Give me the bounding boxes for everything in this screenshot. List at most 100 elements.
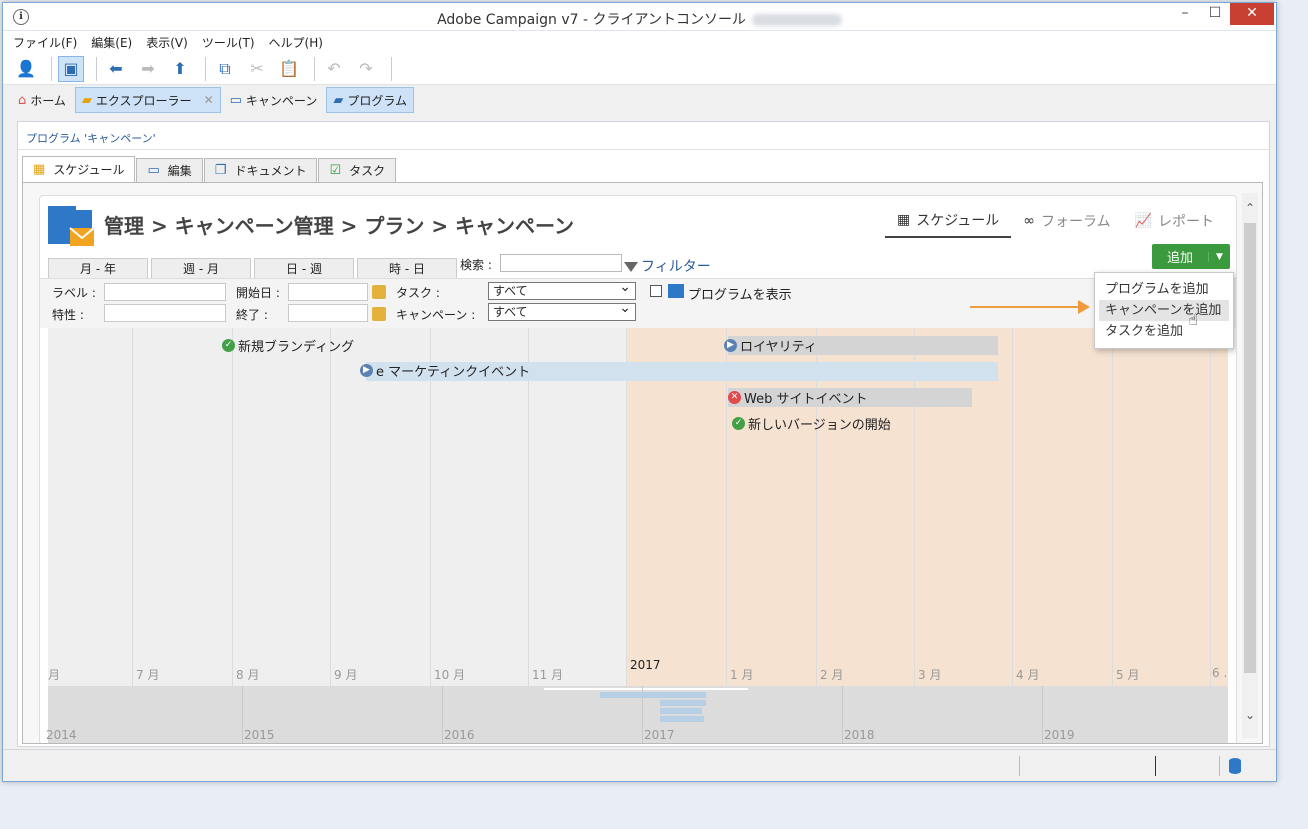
tab-edit[interactable]: ▭ 編集 bbox=[136, 158, 203, 182]
folder-campaign-icon bbox=[48, 206, 94, 246]
chevron-down-icon[interactable]: ▼ bbox=[1208, 251, 1230, 262]
nav-tab-campaign[interactable]: ▭ キャンペーン bbox=[223, 87, 325, 113]
status-error-icon: ✕ bbox=[728, 391, 741, 404]
axis-month-label: 10 月 bbox=[434, 668, 466, 682]
menu-item-add-task[interactable]: タスクを追加 bbox=[1099, 321, 1229, 342]
menu-edit[interactable]: 編集(E) bbox=[91, 34, 132, 51]
hand-cursor-icon: ☝ bbox=[1188, 310, 1198, 329]
close-tab-icon[interactable]: ✕ bbox=[204, 93, 214, 107]
toolbar-separator bbox=[205, 56, 206, 81]
axis-month-label: 2 月 bbox=[820, 668, 844, 682]
add-button[interactable]: 追加 ▼ bbox=[1152, 244, 1230, 269]
forward-arrow-icon[interactable]: ➡ bbox=[135, 56, 161, 82]
view-tab-report[interactable]: 📈 レポート bbox=[1123, 210, 1226, 238]
show-program-checkbox[interactable] bbox=[650, 285, 662, 297]
axis-month-label: 3 月 bbox=[918, 668, 942, 682]
search-input[interactable] bbox=[500, 254, 622, 272]
scroll-up-icon[interactable]: ⌃ bbox=[1242, 201, 1258, 215]
close-button[interactable]: ✕ bbox=[1230, 3, 1274, 25]
database-icon[interactable] bbox=[1229, 758, 1241, 774]
event-item[interactable]: ▶ e マーケティンクイベント bbox=[360, 361, 530, 380]
breadcrumb: プログラム 'キャンペーン' bbox=[18, 122, 1269, 150]
menu-item-add-campaign[interactable]: キャンペーンを追加 bbox=[1099, 300, 1229, 321]
calendar-picker-icon[interactable] bbox=[372, 307, 386, 321]
label-filter-input[interactable] bbox=[104, 283, 226, 301]
event-item[interactable]: ▶ ロイヤリティ bbox=[724, 336, 817, 355]
scale-week-month[interactable]: 週 - 月 bbox=[151, 258, 251, 278]
overview-year-label: 2015 bbox=[244, 728, 275, 742]
overview-year-label: 2019 bbox=[1044, 728, 1075, 742]
documents-icon: ❐ bbox=[214, 163, 227, 178]
campaign-icon: ▭ bbox=[229, 92, 242, 108]
event-item[interactable]: ✕ Web サイトイベント bbox=[728, 388, 867, 407]
start-date-input[interactable] bbox=[288, 283, 368, 301]
page-title: 管理 > キャンペーン管理 > プラン > キャンペーン bbox=[104, 214, 575, 238]
tab-tasks[interactable]: ☑ タスク bbox=[318, 158, 397, 182]
event-item[interactable]: ✓ 新規ブランディング bbox=[222, 336, 354, 355]
axis-month-label: 1 月 bbox=[730, 668, 754, 682]
task-filter-label: タスク : bbox=[396, 286, 440, 300]
tab-schedule[interactable]: ▦ スケジュール bbox=[22, 156, 136, 182]
title-bar: ℹ Adobe Campaign v7 - クライアントコンソール – ☐ ✕ bbox=[3, 3, 1276, 31]
scrollbar-thumb[interactable] bbox=[1244, 223, 1256, 673]
minimize-button[interactable]: – bbox=[1170, 3, 1200, 25]
app-window: ℹ Adobe Campaign v7 - クライアントコンソール – ☐ ✕ … bbox=[2, 2, 1277, 782]
show-program-label: プログラムを表示 bbox=[688, 288, 792, 303]
cut-icon[interactable]: ✂ bbox=[244, 56, 270, 82]
scale-tabs: 月 - 年 週 - 月 日 - 週 時 - 日 bbox=[48, 258, 460, 278]
filter-link[interactable]: フィルター bbox=[624, 256, 711, 276]
chart-icon: 📈 bbox=[1134, 213, 1152, 229]
event-item[interactable]: ✓ 新しいバージョンの開始 bbox=[732, 414, 891, 433]
end-date-label: 終了 : bbox=[236, 308, 268, 322]
menu-help[interactable]: ヘルプ(H) bbox=[269, 34, 323, 51]
redo-icon[interactable]: ↷ bbox=[353, 56, 379, 82]
back-arrow-icon[interactable]: ⬅ bbox=[103, 56, 129, 82]
timeline-chart[interactable]: ✓ 新規ブランディング ▶ e マーケティンクイベント ▶ ロイヤリティ ✕ Web サ… bbox=[48, 328, 1228, 688]
view-tab-forum[interactable]: ∞ フォーラム bbox=[1011, 210, 1122, 238]
toolbar-separator bbox=[96, 56, 97, 81]
end-date-input[interactable] bbox=[288, 304, 368, 322]
axis-month-label: 月 bbox=[48, 668, 61, 682]
status-bar bbox=[3, 749, 1276, 781]
paste-icon[interactable]: 📋 bbox=[276, 56, 302, 82]
menu-view[interactable]: 表示(V) bbox=[146, 34, 188, 51]
content-area: プログラム 'キャンペーン' ▦ スケジュール ▭ 編集 ❐ ドキュメント ☑ タスク … bbox=[17, 121, 1270, 747]
axis-year-label: 2017 bbox=[630, 658, 661, 672]
panel-toggle-icon[interactable]: ▣ bbox=[58, 55, 84, 82]
user-add-icon[interactable]: 👤 bbox=[13, 56, 39, 82]
tab-documents[interactable]: ❐ ドキュメント bbox=[203, 158, 318, 182]
timeline-axis: 月 7 月 8 月 9 月 10 月 11 月 2017 1 月 2 月 3 月… bbox=[48, 658, 1228, 686]
copy-icon[interactable]: ⧉ bbox=[212, 56, 238, 82]
folder-up-icon[interactable]: ⬆ bbox=[167, 56, 193, 82]
scroll-down-icon[interactable]: ⌄ bbox=[1242, 708, 1258, 722]
axis-month-label: 8 月 bbox=[236, 668, 260, 682]
view-tab-schedule[interactable]: ▦ スケジュール bbox=[885, 210, 1012, 238]
maximize-button[interactable]: ☐ bbox=[1200, 3, 1230, 25]
filter-icon bbox=[624, 262, 638, 272]
task-select[interactable]: すべて bbox=[488, 279, 636, 300]
timeline-overview[interactable]: 2014 2015 2016 2017 2018 2019 bbox=[46, 686, 1228, 743]
menu-item-add-program[interactable]: プログラムを追加 bbox=[1099, 279, 1229, 300]
menu-file[interactable]: ファイル(F) bbox=[13, 34, 77, 51]
overview-year-label: 2017 bbox=[644, 728, 675, 742]
current-year-highlight bbox=[626, 328, 1228, 686]
campaign-select[interactable]: すべて bbox=[488, 300, 636, 321]
vertical-scrollbar[interactable]: ⌃ ⌄ bbox=[1242, 193, 1258, 738]
menu-tools[interactable]: ツール(T) bbox=[202, 34, 255, 51]
calendar-icon: ▦ bbox=[33, 162, 46, 177]
toolbar: 👤 ▣ ⬅ ➡ ⬆ ⧉ ✂ 📋 ↶ ↷ bbox=[3, 53, 1276, 85]
axis-month-label: 11 月 bbox=[532, 668, 564, 682]
view-tabs: ▦ スケジュール ∞ フォーラム 📈 レポート bbox=[885, 210, 1226, 238]
undo-icon[interactable]: ↶ bbox=[321, 56, 347, 82]
nav-tab-home[interactable]: ⌂ ホーム bbox=[11, 87, 73, 113]
schedule-view: 管理 > キャンペーン管理 > プラン > キャンペーン ▦ スケジュール ∞ フォ… bbox=[39, 195, 1237, 743]
scale-day-week[interactable]: 日 - 週 bbox=[254, 258, 354, 278]
nav-tab-explorer[interactable]: ▰ エクスプローラー ✕ bbox=[74, 87, 221, 113]
overview-window[interactable] bbox=[544, 688, 748, 690]
nav-tab-program[interactable]: ▰ プログラム bbox=[326, 87, 414, 113]
nature-filter-input[interactable] bbox=[104, 304, 226, 322]
calendar-picker-icon[interactable] bbox=[372, 285, 386, 299]
axis-month-label: 7 月 bbox=[136, 668, 160, 682]
scale-month-year[interactable]: 月 - 年 bbox=[48, 258, 148, 278]
scale-hour-day[interactable]: 時 - 日 bbox=[357, 258, 457, 278]
